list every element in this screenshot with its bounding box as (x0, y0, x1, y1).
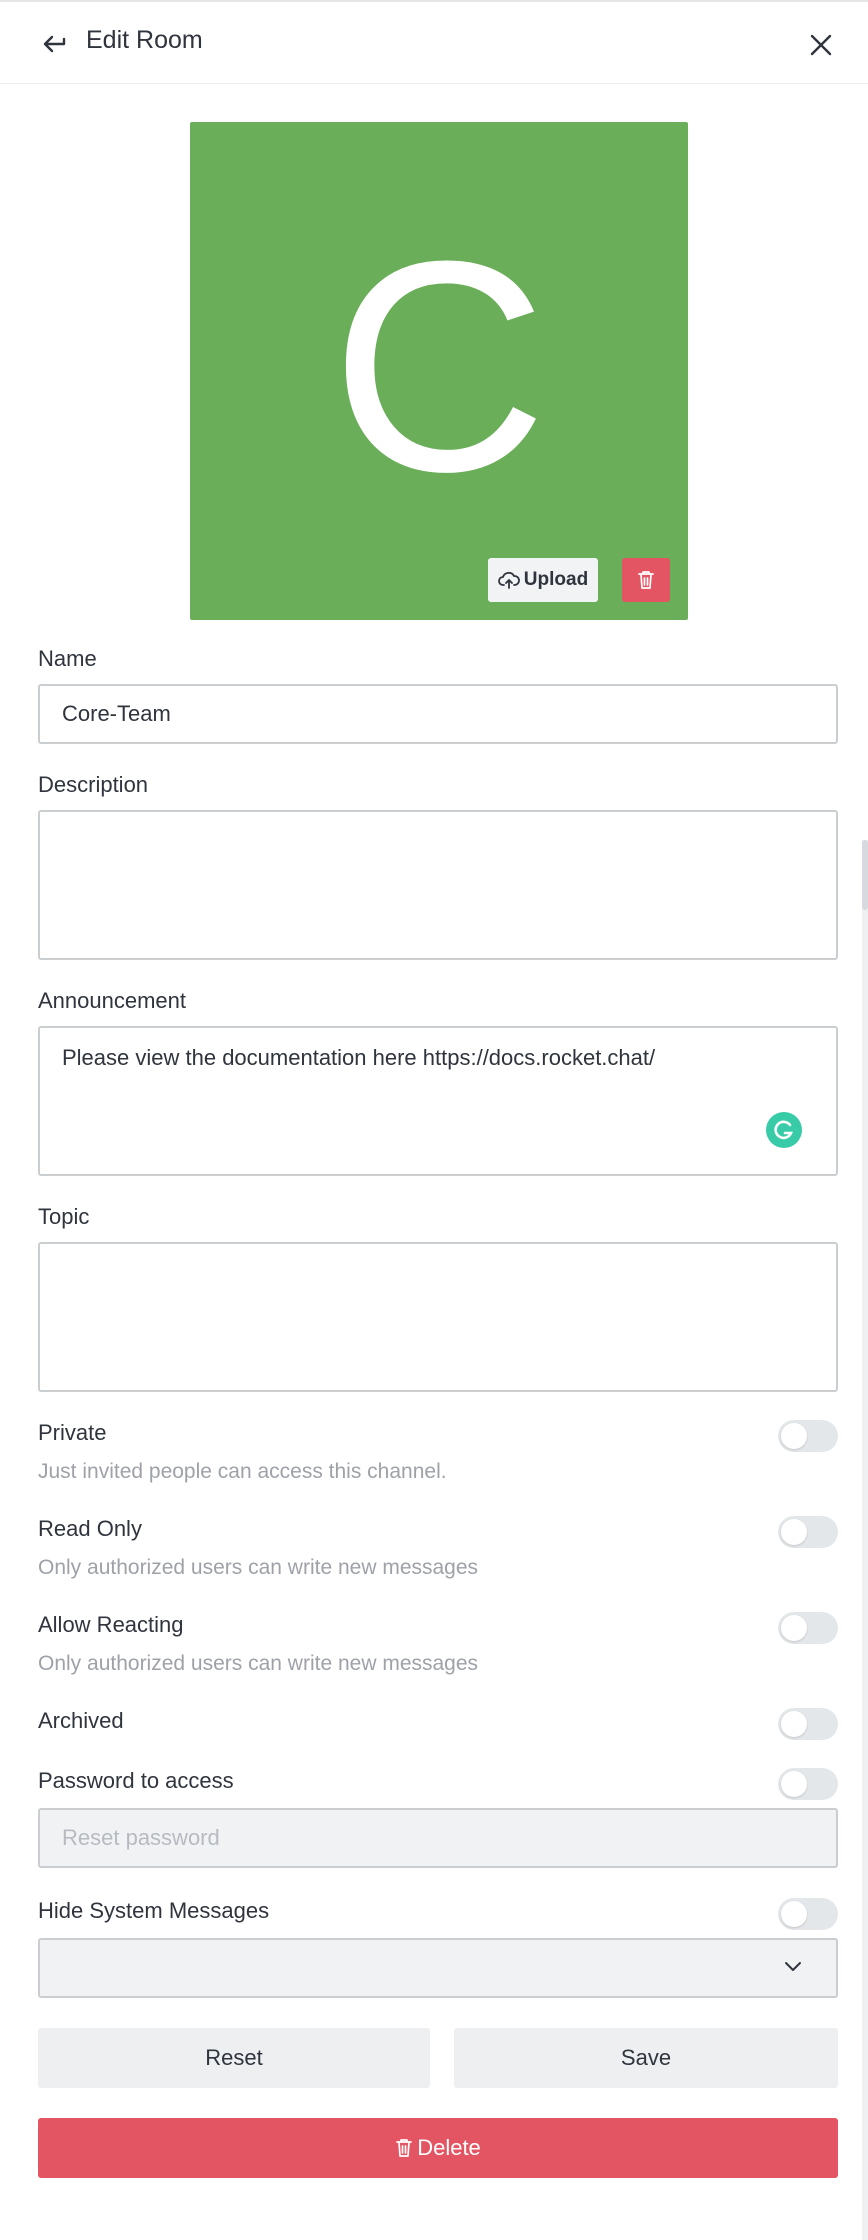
toggle-knob (781, 1423, 807, 1449)
trash-icon (396, 2139, 413, 2157)
description-label: Description (38, 772, 149, 797)
delete-avatar-button[interactable] (622, 558, 670, 602)
private-label: Private (38, 1420, 107, 1445)
private-hint: Just invited people can access this chan… (38, 1460, 447, 1483)
grammarly-g-icon (774, 1120, 793, 1140)
description-textarea[interactable] (38, 810, 838, 960)
upload-avatar-button[interactable]: Upload (488, 558, 598, 602)
toggle-knob (781, 1615, 807, 1641)
name-input[interactable] (38, 684, 838, 744)
toggle-knob (781, 1711, 807, 1737)
read-only-toggle[interactable] (778, 1516, 838, 1548)
allow-reacting-toggle[interactable] (778, 1612, 838, 1644)
save-button[interactable]: Save (454, 2028, 838, 2088)
avatar-letter: C (330, 198, 548, 534)
cloud-upload-icon (497, 571, 520, 589)
close-icon[interactable] (806, 30, 836, 60)
scrollbar-track[interactable] (862, 840, 868, 2240)
archived-toggle[interactable] (778, 1708, 838, 1740)
chevron-down-icon (785, 1962, 801, 1971)
private-toggle[interactable] (778, 1420, 838, 1452)
password-input[interactable] (38, 1808, 838, 1868)
allow-reacting-hint: Only authorized users can write new mess… (38, 1652, 479, 1675)
grammarly-icon[interactable] (766, 1112, 802, 1148)
room-edit-header: Edit Room (0, 2, 868, 84)
hide-system-messages-toggle[interactable] (778, 1898, 838, 1930)
delete-room-button[interactable]: Delete (38, 2118, 838, 2178)
announcement-textarea[interactable]: Please view the documentation here https… (38, 1026, 838, 1176)
reset-button[interactable]: Reset (38, 2028, 430, 2088)
allow-reacting-label: Allow Reacting (38, 1612, 184, 1637)
hide-system-messages-label: Hide System Messages (38, 1898, 270, 1923)
back-arrow-icon[interactable] (40, 30, 72, 58)
name-label: Name (38, 646, 97, 671)
toggle-knob (781, 1519, 807, 1545)
delete-label: Delete (417, 2135, 481, 2160)
scrollbar-thumb[interactable] (862, 840, 868, 910)
page-title: Edit Room (86, 26, 203, 54)
room-avatar: C Upload (190, 122, 688, 620)
read-only-label: Read Only (38, 1516, 142, 1541)
trash-icon (638, 571, 654, 589)
toggle-knob (781, 1901, 807, 1927)
upload-label: Upload (523, 569, 589, 590)
topic-textarea[interactable] (38, 1242, 838, 1392)
read-only-hint: Only authorized users can write new mess… (38, 1556, 479, 1579)
password-label: Password to access (38, 1768, 234, 1793)
topic-label: Topic (38, 1204, 90, 1229)
password-toggle[interactable] (778, 1768, 838, 1800)
announcement-label: Announcement (38, 988, 186, 1013)
toggle-knob (781, 1771, 807, 1797)
system-messages-select[interactable] (38, 1938, 838, 1998)
archived-label: Archived (38, 1708, 124, 1733)
